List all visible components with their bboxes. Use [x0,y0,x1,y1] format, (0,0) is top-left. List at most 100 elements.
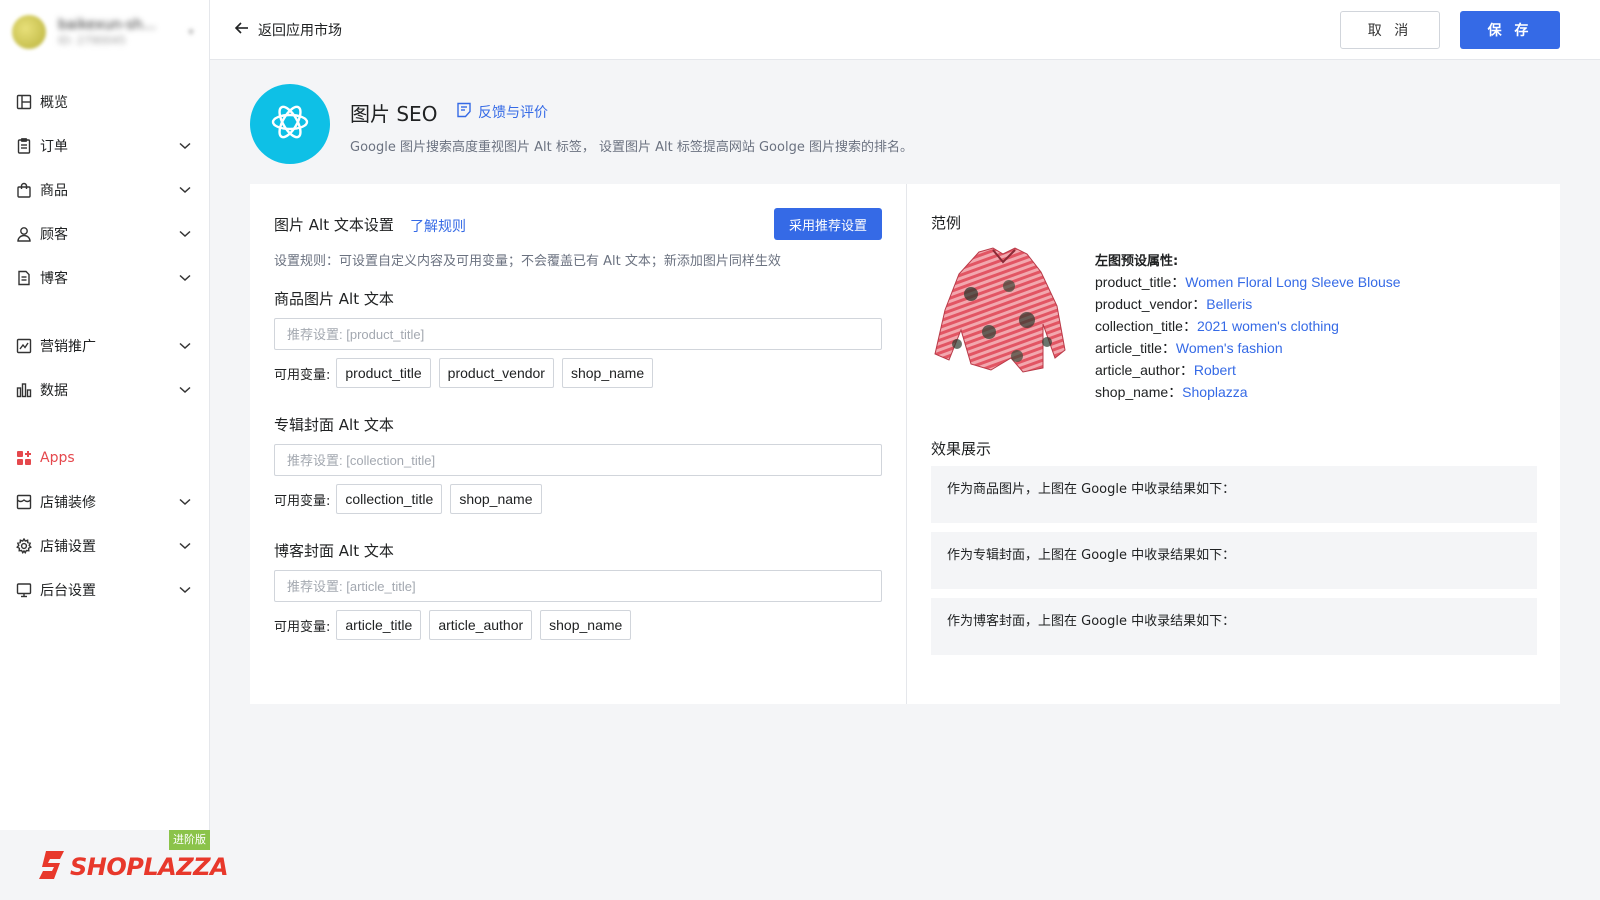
sidebar-item-customers[interactable]: 顾客 [0,216,210,252]
attr-value: Belleris [1206,296,1253,312]
sidebar-item-blog[interactable]: 博客 [0,260,210,296]
feedback-link[interactable]: 反馈与评价 [456,102,548,122]
alt-settings-panel: 图片 Alt 文本设置 了解规则 采用推荐设置 设置规则：可设置自定义内容及可用… [250,184,906,704]
cancel-button[interactable]: 取 消 [1340,11,1440,49]
document-icon [16,270,32,286]
sidebar-item-label: 后台设置 [40,583,96,599]
var-chip-collection-title[interactable]: collection_title [336,484,443,514]
sidebar-item-label: 营销推广 [40,339,96,355]
sidebar-item-apps[interactable]: Apps [0,440,210,476]
topbar: 返回应用市场 取 消 保 存 [210,0,1600,60]
product-vars-row: 可用变量: product_title product_vendor shop_… [274,358,661,388]
chevron-down-icon [178,271,192,285]
save-button[interactable]: 保 存 [1460,11,1560,49]
store-switcher[interactable]: baikexun-sh... ID: 2790045 ▾ [12,12,198,52]
bar-chart-icon [16,382,32,398]
shoplazza-logo-icon [38,850,66,884]
example-product-image [931,246,1069,378]
sidebar-item-label: 订单 [40,139,68,155]
sidebar-item-admin-settings[interactable]: 后台设置 [0,572,210,608]
chevron-down-icon [178,383,192,397]
sidebar-item-label: 概览 [40,95,68,111]
back-to-app-store-link[interactable]: 返回应用市场 [234,18,342,42]
sidebar-item-marketing[interactable]: 营销推广 [0,328,210,364]
user-icon [16,226,32,242]
sidebar-item-label: 数据 [40,383,68,399]
chevron-down-icon [178,539,192,553]
attr-value: Shoplazza [1182,384,1248,400]
example-title: 范例 [931,214,962,232]
var-chip-article-title[interactable]: article_title [336,610,422,640]
sidebar-item-analytics[interactable]: 数据 [0,372,210,408]
collection-alt-title: 专辑封面 Alt 文本 [274,416,394,434]
sidebar-item-products[interactable]: 商品 [0,172,210,208]
dashboard-icon [16,94,32,110]
attr-shop-name: shop_name：Shoplazza [1095,382,1248,402]
sidebar-item-store-settings[interactable]: 店铺设置 [0,528,210,564]
sidebar-item-label: 博客 [40,271,68,287]
chevron-down-icon [178,139,192,153]
sidebar-item-label: Apps [40,450,75,466]
attr-key: collection_title： [1095,318,1197,334]
chevron-down-icon [178,583,192,597]
vars-label: 可用变量: [274,367,331,383]
var-chip-article-author[interactable]: article_author [429,610,533,640]
chevron-down-icon [178,339,192,353]
learn-rules-link[interactable]: 了解规则 [410,216,466,236]
sidebar-item-label: 店铺装修 [40,495,96,511]
collection-vars-row: 可用变量: collection_title shop_name [274,484,550,514]
product-alt-input[interactable] [274,318,882,350]
var-chip-product-title[interactable]: product_title [336,358,431,388]
sidebar: baikexun-sh... ID: 2790045 ▾ 概览 订单 商品 顾客… [0,0,229,900]
chevron-down-icon [178,227,192,241]
edit-note-icon [456,102,472,122]
brand-area: 进阶版 SHOPLAZZA [0,830,229,900]
effect-product-box: 作为商品图片，上图在 Google 中收录结果如下： [931,466,1537,523]
sidebar-item-label: 顾客 [40,227,68,243]
sidebar-item-label: 商品 [40,183,68,199]
var-chip-shop-name[interactable]: shop_name [450,484,542,514]
bag-icon [16,182,32,198]
blog-vars-row: 可用变量: article_title article_author shop_… [274,610,639,640]
arrow-left-icon [234,20,250,40]
var-chip-shop-name[interactable]: shop_name [561,358,654,388]
page-title: 图片 SEO [350,102,438,126]
brand-logo: SHOPLAZZA [38,850,229,884]
attr-value: Women Floral Long Sleeve Blouse [1185,274,1401,290]
page-description: Google 图片搜索高度重视图片 Alt 标签， 设置图片 Alt 标签提高网… [350,140,913,155]
app-logo [250,84,330,164]
var-chip-shop-name[interactable]: shop_name [540,610,632,640]
sidebar-item-overview[interactable]: 概览 [0,84,210,120]
gear-icon [16,538,32,554]
blog-alt-title: 博客封面 Alt 文本 [274,542,394,560]
store-id: ID: 2790045 [58,34,126,47]
store-name: baikexun-sh... [58,17,156,33]
vars-label: 可用变量: [274,493,331,509]
clipboard-icon [16,138,32,154]
apps-icon [16,450,32,466]
attr-key: product_title： [1095,274,1186,290]
marketing-icon [16,338,32,354]
attr-key: shop_name： [1095,384,1183,400]
sidebar-item-themes[interactable]: 店铺装修 [0,484,210,520]
vars-label: 可用变量: [274,619,331,635]
effect-title: 效果展示 [931,440,992,458]
chevron-down-icon [178,183,192,197]
attr-product-vendor: product_vendor：Belleris [1095,294,1252,314]
attr-product-title: product_title：Women Floral Long Sleeve B… [1095,272,1401,292]
section-title: 图片 Alt 文本设置 [274,216,394,234]
blog-alt-input[interactable] [274,570,882,602]
attr-value: Robert [1193,362,1236,378]
product-alt-title: 商品图片 Alt 文本 [274,290,394,308]
var-chip-product-vendor[interactable]: product_vendor [438,358,554,388]
attr-value: Women's fashion [1175,340,1283,356]
brand-name: SHOPLAZZA [70,853,229,881]
sidebar-item-orders[interactable]: 订单 [0,128,210,164]
attr-article-author: article_author：Robert [1095,360,1236,380]
atom-icon [269,101,311,147]
apply-recommended-button[interactable]: 采用推荐设置 [774,208,882,240]
chevron-down-icon: ▾ [188,26,194,38]
attr-key: article_title： [1095,340,1176,356]
attr-collection-title: collection_title：2021 women's clothing [1095,316,1339,336]
collection-alt-input[interactable] [274,444,882,476]
